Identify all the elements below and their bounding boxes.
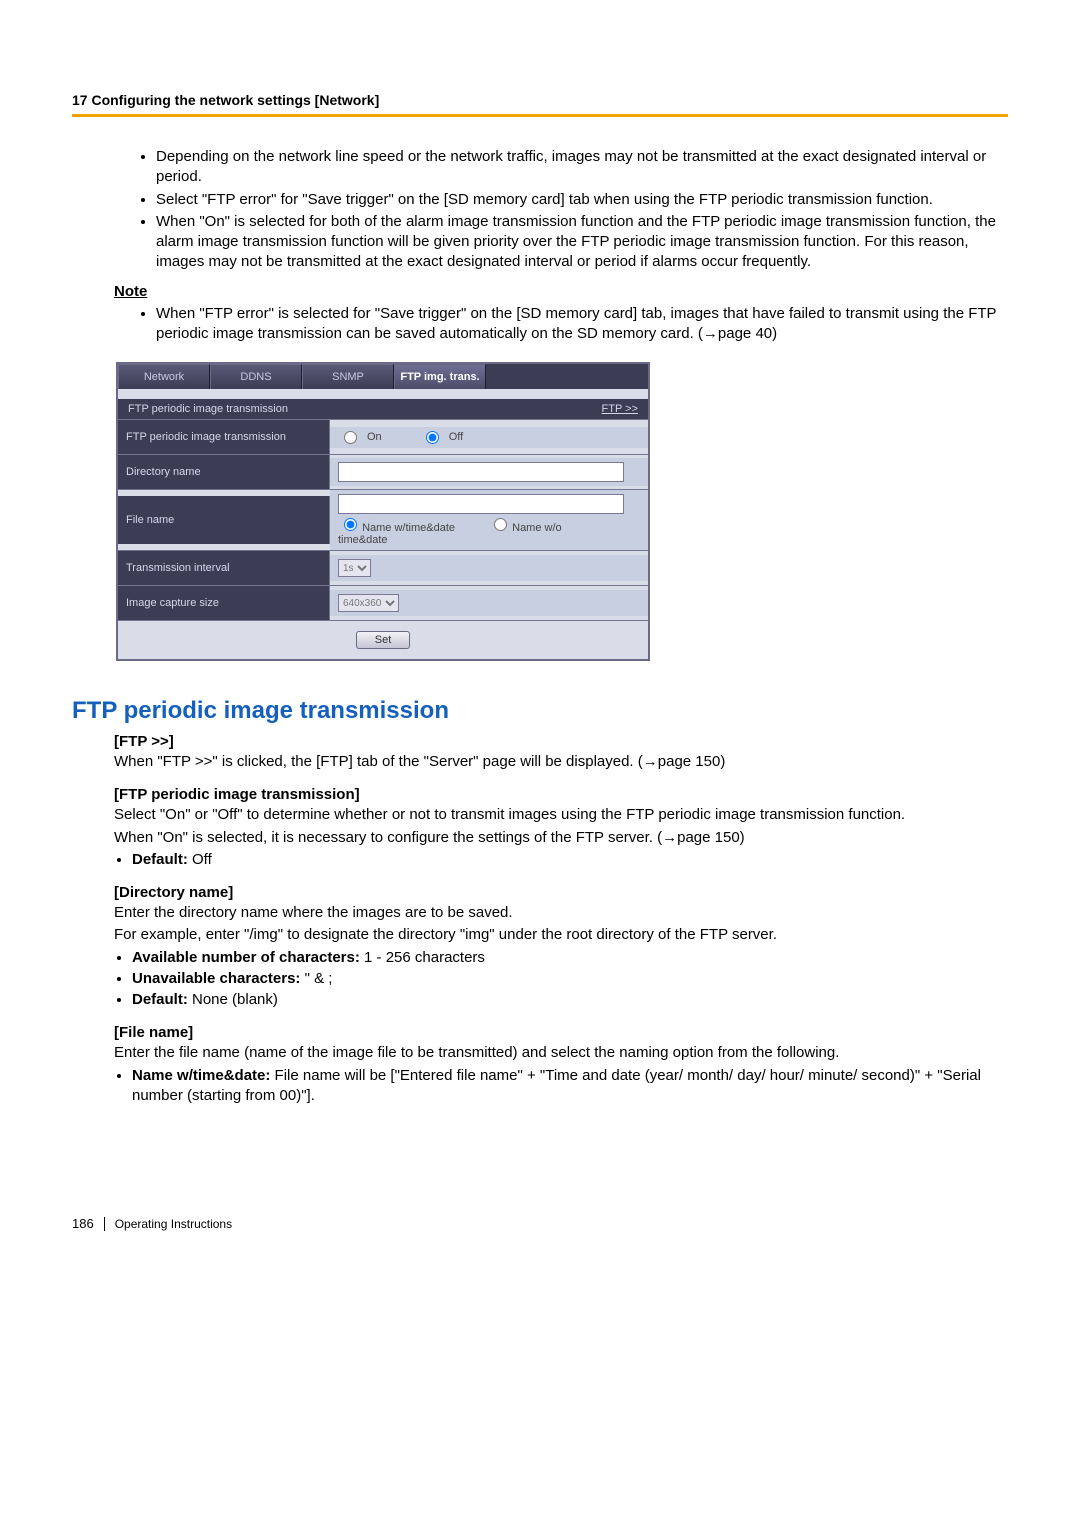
tab-bar-spacer [486,364,648,389]
interval-select[interactable]: 1s [338,559,371,577]
paragraph: Select "On" or "Off" to determine whethe… [114,805,1008,825]
radio-name-with[interactable] [344,518,357,531]
list-item: Select "FTP error" for "Save trigger" on… [156,190,1008,210]
subheading-directory: [Directory name] [114,884,1008,901]
radio-name-with-label: Name w/time&date [362,522,455,534]
page-number: 186 [72,1216,94,1231]
list-item: When "On" is selected for both of the al… [156,212,1008,273]
page-footer: 186 Operating Instructions [72,1216,1008,1231]
top-bullet-list: Depending on the network line speed or t… [72,147,1008,273]
paragraph: Enter the file name (name of the image f… [114,1043,1008,1063]
set-button[interactable]: Set [356,631,411,649]
list-item: When "FTP error" is selected for "Save t… [156,304,1008,345]
list-item: Unavailable characters: " & ; [132,969,1008,989]
section-heading: FTP periodic image transmission [72,697,1008,725]
list-item: Default: None (blank) [132,990,1008,1010]
list-item: Available number of characters: 1 - 256 … [132,948,1008,968]
paragraph: When "FTP >>" is clicked, the [FTP] tab … [114,752,1008,772]
note-label: Note [114,283,1008,300]
paragraph: Enter the directory name where the image… [114,903,1008,923]
directory-input[interactable] [338,462,624,482]
tab-bar: Network DDNS SNMP FTP img. trans. [118,364,648,389]
tab-network[interactable]: Network [118,364,210,389]
radio-on[interactable] [344,431,357,444]
tab-ftp-img-trans[interactable]: FTP img. trans. [394,364,486,389]
row-label-transmission: FTP periodic image transmission [118,420,330,454]
settings-panel-screenshot: Network DDNS SNMP FTP img. trans. FTP pe… [116,362,650,661]
ftp-link[interactable]: FTP >> [602,403,638,415]
radio-off[interactable] [426,431,439,444]
paragraph: When "On" is selected, it is necessary t… [114,828,1008,848]
footer-doc-title: Operating Instructions [115,1217,232,1231]
row-label-interval: Transmission interval [118,551,330,585]
note-bullet-list: When "FTP error" is selected for "Save t… [72,304,1008,345]
list-item: Name w/time&date: File name will be ["En… [132,1066,1008,1107]
chapter-header: 17 Configuring the network settings [Net… [72,92,1008,117]
capture-select[interactable]: 640x360 [338,594,399,612]
subheading-ftp-periodic: [FTP periodic image transmission] [114,786,1008,803]
filename-input[interactable] [338,494,624,514]
radio-on-label: On [367,431,382,443]
tab-ddns[interactable]: DDNS [210,364,302,389]
radio-off-label: Off [449,431,463,443]
list-item: Depending on the network line speed or t… [156,147,1008,188]
subheading-ftp: [FTP >>] [114,733,1008,750]
paragraph: For example, enter "/img" to designate t… [114,925,1008,945]
row-label-directory: Directory name [118,455,330,489]
radio-name-without[interactable] [494,518,507,531]
list-item: Default: Off [132,850,1008,870]
row-label-filename: File name [118,496,330,544]
footer-separator [104,1217,105,1231]
subheading-filename: [File name] [114,1024,1008,1041]
row-label-capture: Image capture size [118,586,330,620]
tab-snmp[interactable]: SNMP [302,364,394,389]
panel-section-title: FTP periodic image transmission [128,403,288,415]
